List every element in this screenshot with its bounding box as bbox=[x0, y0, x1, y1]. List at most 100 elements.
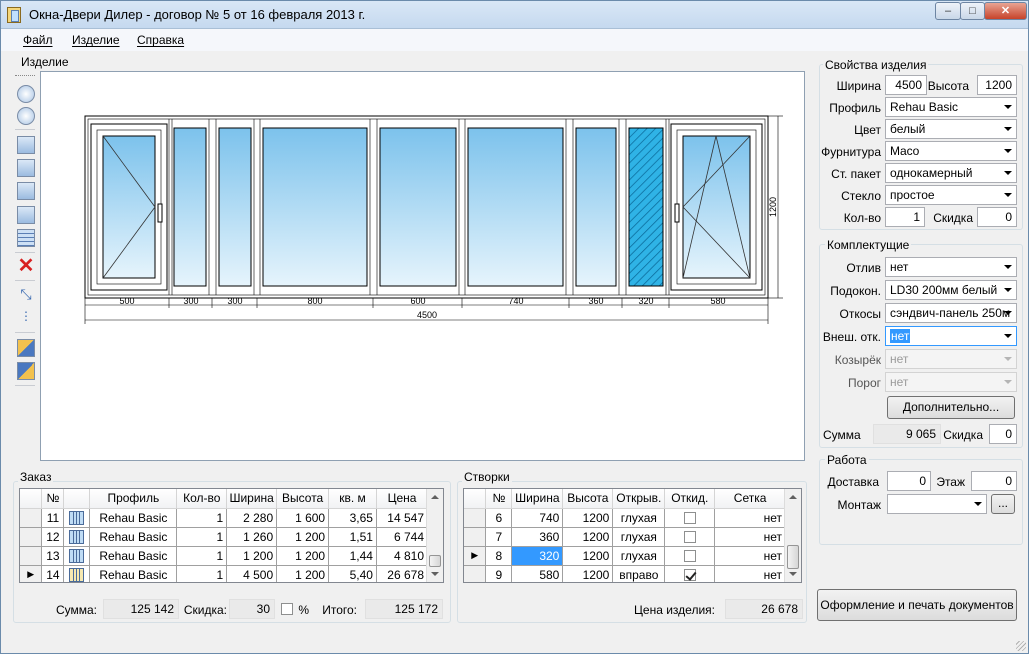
mount-select[interactable] bbox=[887, 494, 987, 514]
sash-top-icon[interactable] bbox=[17, 182, 35, 200]
zoom-in-icon[interactable] bbox=[17, 85, 35, 103]
cell-net[interactable]: нет bbox=[714, 527, 786, 547]
sash-right-icon[interactable] bbox=[17, 159, 35, 177]
table-row[interactable]: 12 Rehau Basic 1 1 260 1 200 1,51 6 744 bbox=[20, 527, 429, 547]
table-row[interactable]: 9 580 1200 вправо нет bbox=[464, 565, 786, 582]
row-selector[interactable] bbox=[464, 508, 487, 528]
col-header-width[interactable]: Ширина bbox=[226, 489, 278, 509]
cell-height[interactable]: 1200 bbox=[562, 508, 614, 528]
cell-opening[interactable]: глухая bbox=[612, 527, 666, 547]
hardware-select[interactable]: Maco bbox=[885, 141, 1017, 161]
delivery-input[interactable]: 0 bbox=[887, 471, 931, 491]
col-header-price[interactable]: Цена bbox=[376, 489, 429, 509]
color-select[interactable]: белый bbox=[885, 119, 1017, 139]
cell-opening[interactable]: глухая bbox=[612, 546, 666, 566]
glazing-select[interactable]: однокамерный bbox=[885, 163, 1017, 183]
tilt-checkbox[interactable] bbox=[683, 512, 696, 525]
cell-tilt[interactable] bbox=[664, 565, 716, 582]
item-discount-input[interactable]: 0 bbox=[977, 207, 1017, 227]
row-selector[interactable] bbox=[20, 546, 43, 566]
col-header-area[interactable]: кв. м bbox=[328, 489, 377, 509]
cell-opening[interactable]: глухая bbox=[612, 508, 666, 528]
floor-input[interactable]: 0 bbox=[971, 471, 1017, 491]
menu-file[interactable]: Файл bbox=[23, 33, 53, 47]
cell-opening[interactable]: вправо bbox=[612, 565, 666, 582]
sash-left-icon[interactable] bbox=[17, 136, 35, 154]
profile-select[interactable]: Rehau Basic bbox=[885, 97, 1017, 117]
menu-item[interactable]: Изделие bbox=[72, 33, 120, 47]
cell-tilt[interactable] bbox=[664, 527, 716, 547]
col-header-opening[interactable]: Открыв. bbox=[612, 489, 666, 509]
drawing-canvas[interactable]: 1200 500 300 300 800 600 740 360 320 580… bbox=[40, 71, 805, 461]
mount-browse-button[interactable]: ... bbox=[991, 494, 1015, 514]
threshold-select[interactable]: нет bbox=[885, 372, 1017, 392]
row-selector[interactable] bbox=[20, 527, 43, 547]
current-row-marker[interactable]: ▶ bbox=[464, 546, 487, 566]
cell-tilt[interactable] bbox=[664, 546, 716, 566]
current-row-marker[interactable]: ▶ bbox=[20, 565, 43, 582]
row-selector[interactable] bbox=[464, 565, 487, 582]
cell-height[interactable]: 1200 bbox=[562, 565, 614, 582]
windowsill-select[interactable]: LD30 200мм белый bbox=[885, 280, 1017, 300]
scroll-down-icon[interactable] bbox=[431, 572, 439, 576]
row-selector[interactable] bbox=[464, 527, 487, 547]
col-header-no[interactable]: № bbox=[485, 489, 513, 509]
sash-fixed-icon[interactable] bbox=[17, 206, 35, 224]
table-row[interactable]: 6 740 1200 глухая нет bbox=[464, 508, 786, 528]
percent-checkbox[interactable] bbox=[281, 603, 293, 615]
height-input[interactable]: 1200 bbox=[977, 75, 1017, 95]
col-header-profile[interactable]: Профиль bbox=[89, 489, 178, 509]
scroll-up-icon[interactable] bbox=[789, 495, 797, 499]
cell-net[interactable]: нет bbox=[714, 546, 786, 566]
cell-height[interactable]: 1200 bbox=[562, 546, 614, 566]
cell-tilt[interactable] bbox=[664, 508, 716, 528]
cell-width[interactable]: 740 bbox=[511, 508, 564, 528]
grid-icon[interactable] bbox=[17, 229, 35, 247]
scroll-thumb[interactable] bbox=[787, 545, 799, 569]
scroll-up-icon[interactable] bbox=[431, 495, 439, 499]
delete-icon[interactable]: ✕ bbox=[17, 256, 35, 276]
tilt-checkbox[interactable] bbox=[683, 550, 696, 563]
tilt-checkbox[interactable] bbox=[683, 531, 696, 544]
visor-select[interactable]: нет bbox=[885, 349, 1017, 369]
col-header-no[interactable]: № bbox=[41, 489, 65, 509]
table-row[interactable]: 13 Rehau Basic 1 1 200 1 200 1,44 4 810 bbox=[20, 546, 429, 566]
minimize-button[interactable]: – bbox=[935, 2, 961, 20]
cell-net[interactable]: нет bbox=[714, 508, 786, 528]
cell-width-selected[interactable]: 320 bbox=[511, 546, 564, 566]
zoom-out-icon[interactable] bbox=[17, 107, 35, 125]
qty-input[interactable]: 1 bbox=[885, 207, 925, 227]
col-header-icon[interactable] bbox=[63, 489, 91, 509]
cell-width[interactable]: 580 bbox=[511, 565, 564, 582]
scroll-down-icon[interactable] bbox=[789, 572, 797, 576]
table-row[interactable]: 11 Rehau Basic 1 2 280 1 600 3,65 14 547 bbox=[20, 508, 429, 528]
row-selector[interactable] bbox=[20, 508, 43, 528]
copy-item-icon[interactable] bbox=[17, 339, 35, 357]
cell-height[interactable]: 1200 bbox=[562, 527, 614, 547]
table-row[interactable]: 7 360 1200 глухая нет bbox=[464, 527, 786, 547]
resize-grip[interactable] bbox=[1016, 641, 1026, 651]
col-header-qty[interactable]: Кол-во bbox=[176, 489, 228, 509]
col-header-height[interactable]: Высота bbox=[276, 489, 330, 509]
scroll-thumb[interactable] bbox=[429, 555, 441, 567]
more-accessories-button[interactable]: Дополнительно... bbox=[887, 396, 1015, 419]
tree-icon[interactable]: ⋮ bbox=[17, 309, 35, 327]
sashes-scrollbar[interactable] bbox=[784, 489, 801, 582]
cell-net[interactable]: нет bbox=[714, 565, 786, 582]
table-row[interactable]: ▶ 14 Rehau Basic 1 4 500 1 200 5,40 26 6… bbox=[20, 565, 429, 582]
print-documents-button[interactable]: Оформление и печать документов bbox=[817, 589, 1017, 621]
tilt-checkbox-checked[interactable] bbox=[683, 569, 696, 582]
close-button[interactable]: ✕ bbox=[984, 2, 1027, 20]
accessories-discount-input[interactable]: 0 bbox=[989, 424, 1017, 444]
fit-icon[interactable]: ⤡ bbox=[17, 286, 35, 304]
col-header-tilt[interactable]: Откид. bbox=[664, 489, 716, 509]
sashes-table[interactable]: № Ширина Высота Открыв. Откид. Сетка 6 7… bbox=[463, 488, 802, 583]
col-header-net[interactable]: Сетка bbox=[714, 489, 786, 509]
cell-width[interactable]: 360 bbox=[511, 527, 564, 547]
col-header-width[interactable]: Ширина bbox=[511, 489, 564, 509]
table-row[interactable]: ▶ 8 320 1200 глухая нет bbox=[464, 546, 786, 566]
order-table[interactable]: № Профиль Кол-во Ширина Высота кв. м Цен… bbox=[19, 488, 444, 583]
paste-item-icon[interactable] bbox=[17, 362, 35, 380]
slopes-select[interactable]: сэндвич-панель 250м bbox=[885, 303, 1017, 323]
selected-pane[interactable] bbox=[628, 127, 664, 287]
